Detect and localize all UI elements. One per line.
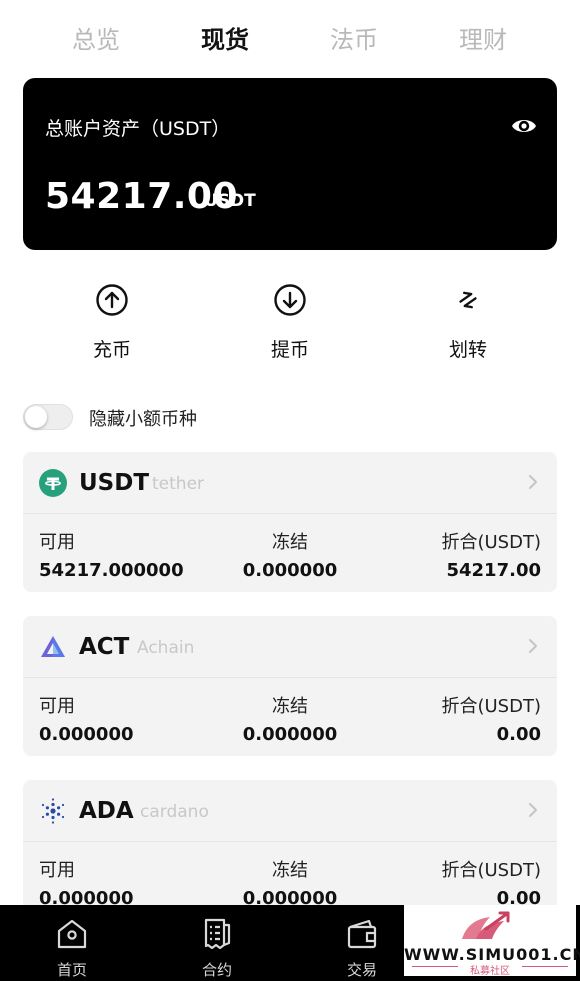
asset-card-header: USDT tether [23, 452, 557, 514]
available-label: 可用 [39, 860, 75, 881]
nav-trade[interactable]: 交易 [317, 905, 407, 981]
converted-value: 54217.00 [446, 560, 541, 581]
tab-spot[interactable]: 现货 [175, 20, 275, 55]
watermark: WWW.SIMU001.CN 私募社区 [404, 905, 580, 977]
tab-overview[interactable]: 总览 [46, 20, 146, 55]
tab-finance[interactable]: 理财 [433, 20, 533, 55]
transfer-label: 划转 [448, 339, 487, 361]
hide-small-label: 隐藏小额币种 [89, 409, 197, 430]
converted-label: 折合(USDT) [441, 532, 541, 553]
frozen-value: 0.000000 [242, 560, 338, 581]
receipt-icon [204, 918, 231, 950]
tether-icon [39, 469, 67, 497]
frozen-label: 冻结 [272, 860, 308, 881]
deposit-label: 充币 [92, 339, 131, 361]
toggle-knob [25, 406, 47, 428]
chevron-right-icon [529, 639, 537, 653]
asset-card-header: ADA cardano [23, 780, 557, 842]
frozen-label: 冻结 [272, 696, 308, 717]
chevron-right-icon [529, 475, 537, 489]
deposit-button[interactable]: 充币 [52, 275, 172, 362]
converted-label: 折合(USDT) [441, 860, 541, 881]
nav-contract[interactable]: 合约 [172, 905, 262, 981]
action-bar: 充币 提币 划转 [0, 275, 580, 375]
balance-card: 总账户资产（USDT） 54217.00 USDT [23, 78, 557, 250]
nav-trade-label: 交易 [346, 961, 377, 979]
coin-symbol: ADA [79, 798, 134, 824]
tab-fiat[interactable]: 法币 [304, 20, 404, 55]
withdraw-label: 提币 [270, 339, 309, 361]
balance-label: 总账户资产（USDT） [45, 118, 231, 140]
converted-label: 折合(USDT) [441, 696, 541, 717]
nav-home-label: 首页 [56, 961, 87, 979]
available-label: 可用 [39, 532, 75, 553]
arrow-up-circle-icon [96, 284, 128, 316]
asset-card-usdt[interactable]: USDT tether 可用 冻结 折合(USDT) 54217.000000 … [23, 452, 557, 592]
frozen-label: 冻结 [272, 532, 308, 553]
asset-card-ada[interactable]: ADA cardano 可用 冻结 折合(USDT) 0.000000 0.00… [23, 780, 557, 920]
eye-icon[interactable] [511, 113, 537, 139]
transfer-button[interactable]: 划转 [408, 275, 528, 362]
coin-name: tether [152, 474, 205, 494]
watermark-sub: 私募社区 [470, 966, 510, 977]
available-value: 0.000000 [39, 724, 134, 745]
wallet-icon [347, 919, 377, 949]
available-label: 可用 [39, 696, 75, 717]
asset-card-header: ACT Achain [23, 616, 557, 678]
watermark-logo [462, 911, 510, 939]
coin-symbol: ACT [79, 634, 130, 660]
balance-unit: USDT [204, 191, 256, 211]
nav-contract-label: 合约 [201, 961, 232, 979]
coin-symbol: USDT [79, 470, 150, 496]
asset-card-act[interactable]: ACT Achain 可用 冻结 折合(USDT) 0.000000 0.000… [23, 616, 557, 756]
top-tabs: 总览 现货 法币 理财 [0, 0, 580, 76]
frozen-value: 0.000000 [242, 724, 338, 745]
converted-value: 0.00 [496, 724, 541, 745]
arrow-down-circle-icon [274, 284, 306, 316]
coin-name: cardano [140, 802, 209, 822]
cardano-icon [41, 798, 65, 824]
achain-icon [41, 636, 65, 657]
available-value: 54217.000000 [39, 560, 184, 581]
home-icon [57, 919, 87, 949]
chevron-right-icon [529, 803, 537, 817]
hide-small-toggle[interactable] [23, 404, 73, 430]
transfer-icon [459, 291, 477, 309]
coin-name: Achain [137, 638, 195, 658]
withdraw-button[interactable]: 提币 [230, 275, 350, 362]
nav-home[interactable]: 首页 [27, 905, 117, 981]
hide-small-row: 隐藏小额币种 [23, 402, 323, 432]
